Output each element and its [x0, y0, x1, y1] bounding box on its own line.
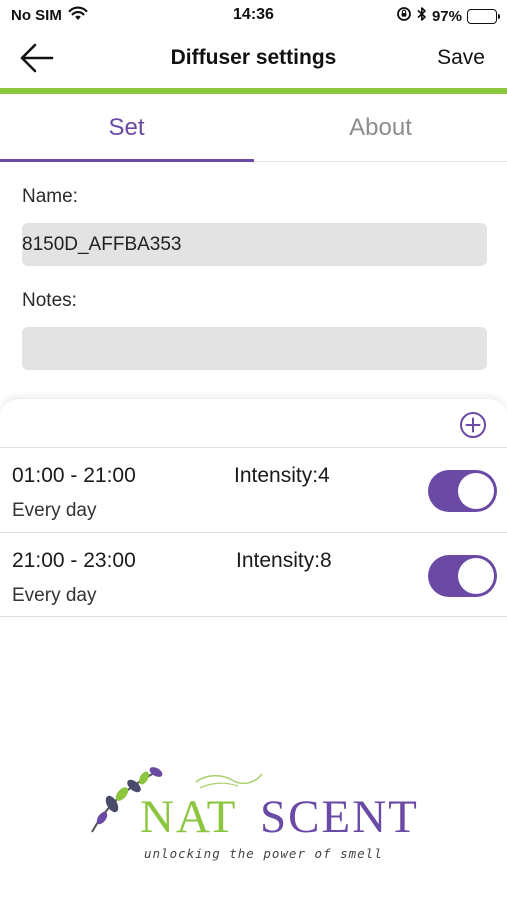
status-left: No SIM [11, 6, 88, 25]
tab-about[interactable]: About [254, 94, 507, 162]
schedule-repeat: Every day [12, 500, 97, 521]
logo-tagline: unlocking the power of smell [144, 846, 383, 861]
plus-circle-icon [459, 412, 487, 443]
schedule-intensity: Intensity:8 [236, 549, 332, 572]
status-bar: No SIM 14:36 97% [0, 0, 507, 32]
schedule-row[interactable]: 01:00 - 21:00 Every day Intensity:4 [0, 447, 507, 531]
schedule-time-range: 21:00 - 23:00 [12, 549, 136, 572]
wifi-icon [68, 6, 88, 25]
logo-text-scent: SCENT [260, 791, 419, 843]
schedule-toggle[interactable] [428, 470, 497, 512]
nav-bar: Diffuser settings Save [0, 32, 507, 88]
page-title: Diffuser settings [170, 46, 337, 69]
battery-icon [467, 8, 500, 24]
add-schedule-button[interactable] [459, 411, 487, 439]
toggle-knob [458, 558, 494, 594]
tab-set[interactable]: Set [0, 94, 253, 162]
schedule-card: 01:00 - 21:00 Every day Intensity:4 21:0… [0, 398, 507, 618]
notes-label: Notes: [22, 290, 77, 311]
name-field[interactable] [22, 223, 487, 266]
carrier-label: No SIM [11, 7, 62, 24]
name-label: Name: [22, 186, 78, 207]
bluetooth-icon [417, 6, 427, 26]
toggle-knob [458, 473, 494, 509]
schedule-toggle[interactable] [428, 555, 497, 597]
battery-percent: 97% [431, 7, 462, 25]
schedule-row[interactable]: 21:00 - 23:00 Every day Intensity:8 [0, 532, 507, 616]
status-right: 97% [396, 6, 500, 26]
list-divider [0, 616, 507, 617]
notes-field[interactable] [22, 327, 487, 370]
schedule-time-range: 01:00 - 21:00 [12, 464, 136, 487]
active-tab-indicator [0, 159, 254, 162]
schedule-intensity: Intensity:4 [234, 464, 330, 487]
orientation-lock-icon [396, 6, 412, 26]
tab-bar: Set About [0, 94, 507, 162]
logo-text-nat: NAT [140, 791, 238, 843]
schedule-repeat: Every day [12, 585, 97, 606]
save-button[interactable]: Save [437, 46, 485, 70]
natscent-logo: NAT SCENT unlocking the power of smell [86, 760, 426, 870]
